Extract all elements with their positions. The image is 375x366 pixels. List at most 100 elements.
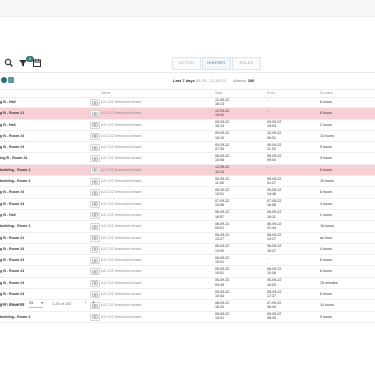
view-details-button[interactable] xyxy=(90,189,100,197)
view-details-button[interactable] xyxy=(90,279,100,287)
duration: 14 hours xyxy=(320,133,334,138)
table-row[interactable]: g B - Room 23 A1 CO2 threshold breach 06-0… xyxy=(0,255,375,267)
device-name: g B - Hall xyxy=(0,122,16,127)
start-time: 13:27 xyxy=(215,237,224,242)
column-header-start[interactable]: Start xyxy=(215,91,222,95)
view-details-button[interactable] xyxy=(90,234,100,242)
column-header-duration[interactable]: Duration xyxy=(320,91,333,95)
chevron-down-icon: ▾ xyxy=(41,301,43,305)
duration: 6 hours xyxy=(320,167,332,172)
alarm-description: A1 CO2 threshold breach xyxy=(101,258,142,263)
view-details-button[interactable] xyxy=(90,211,100,219)
duration: 9 hours xyxy=(320,314,332,319)
start-datetime: 05-09-22 09:45 xyxy=(215,278,229,287)
table-row[interactable]: g B - Room 21 A1 CO2 threshold breach 06-0… xyxy=(0,233,375,244)
status-dot-icon[interactable] xyxy=(1,77,7,83)
end-time: 14:48 xyxy=(267,192,276,197)
end-time: 16:58 xyxy=(267,203,276,208)
view-details-button[interactable] xyxy=(90,110,100,118)
link-icon xyxy=(92,236,98,240)
period-label: Last 7 days xyxy=(173,78,195,83)
view-details-button[interactable] xyxy=(90,200,100,208)
table-row[interactable]: g B - Hall A1 CO2 threshold breach 12-09-2… xyxy=(0,97,375,109)
duration: an hour xyxy=(320,235,333,240)
rows-per-page-select[interactable]: 25 ▾ xyxy=(29,300,43,308)
end-date: - xyxy=(267,165,269,170)
link-icon xyxy=(92,259,98,263)
alarm-description: A1 CO2 threshold breach xyxy=(101,156,142,161)
tab-active[interactable]: ACTIVE xyxy=(172,57,201,70)
start-time: 10:06 xyxy=(215,158,224,163)
table-row[interactable]: g B - Room 24 A1 CO2 threshold breach 09-0… xyxy=(0,142,375,154)
table-row[interactable]: building - Room 2 A1 CO2 threshold breach… xyxy=(0,164,375,177)
device-name: building - Room 2 xyxy=(0,167,31,172)
calendar-icon[interactable] xyxy=(32,58,42,68)
list-view-icon[interactable] xyxy=(8,77,14,83)
device-name: g B - Room 24 xyxy=(0,292,25,297)
filter-icon[interactable]: 0 xyxy=(18,56,34,68)
view-details-button[interactable] xyxy=(90,178,100,186)
link-icon xyxy=(92,157,98,161)
alarm-description: A1 CO2 threshold breach xyxy=(101,122,142,127)
table-row[interactable]: g B - Hall A1 CO2 threshold breach 09-09-2… xyxy=(0,120,375,131)
table-row[interactable]: ing B - Room 24 A1 CO2 threshold breach 08… xyxy=(0,153,375,165)
link-icon xyxy=(92,123,98,127)
start-datetime: 06-09-22 16:57 xyxy=(215,210,229,219)
view-details-button[interactable] xyxy=(90,268,100,276)
tab-rules[interactable]: RULES xyxy=(232,57,261,70)
table-row[interactable]: g B - Room 24 A1 CO2 threshold breach 05-0… xyxy=(0,266,375,278)
view-details-button[interactable] xyxy=(90,121,100,129)
view-details-button[interactable] xyxy=(90,99,100,106)
prev-page-button[interactable]: ‹ xyxy=(82,300,89,307)
device-name: g B - Room 24 xyxy=(0,269,25,274)
start-datetime: 05-09-22 10:01 xyxy=(215,188,229,197)
table-row[interactable]: g B - Room 24 A1 CO2 threshold breach 06-0… xyxy=(0,244,375,256)
view-details-button[interactable] xyxy=(90,223,100,231)
alarm-description: A1 CO2 threshold breach xyxy=(101,224,142,229)
view-details-button[interactable] xyxy=(90,257,100,265)
start-time: 09:45 xyxy=(215,282,224,287)
duration: 3 hours xyxy=(320,156,332,161)
table-row[interactable]: g B - Room 24 A1 CO2 threshold breach 05-0… xyxy=(0,187,375,199)
table-row[interactable]: g B - Room 24 A1 CO2 threshold breach 09-0… xyxy=(0,131,375,143)
alarm-description: A1 CO2 threshold breach xyxy=(101,314,142,319)
alarm-description: A1 CO2 threshold breach xyxy=(101,145,142,150)
table-row[interactable]: g B - Room 24 A1 CO2 threshold breach 07-0… xyxy=(0,199,375,210)
end-datetime: 06-09-22 10:06 xyxy=(267,267,281,276)
view-details-button[interactable] xyxy=(90,291,100,299)
view-details-button[interactable] xyxy=(90,144,100,152)
start-datetime: 12-09-22 16:00 xyxy=(215,109,229,118)
end-date: - xyxy=(267,255,269,260)
alarm-description: A1 CO2 threshold breach xyxy=(101,167,142,172)
duration: 6 hours xyxy=(320,190,332,195)
alarm-description: A1 CO2 threshold breach xyxy=(101,212,142,217)
table-row[interactable]: building - Room 2 A1 CO2 threshold breach… xyxy=(0,221,375,233)
view-tabs: ACTIVE HISTORY RULES xyxy=(172,57,262,70)
table-row[interactable]: g B - Room 21 A1 CO2 threshold breach 12-0… xyxy=(0,108,375,120)
view-details-button[interactable] xyxy=(90,155,100,163)
view-details-button[interactable] xyxy=(90,245,100,253)
column-header-name[interactable]: Name xyxy=(101,91,110,95)
duration: 6 hours xyxy=(320,258,332,263)
next-page-button[interactable]: › xyxy=(90,300,97,307)
duration: 16 hours xyxy=(320,224,334,229)
period-summary: Last 7 days 05.09 – 12.09.22 xyxy=(173,78,226,83)
view-details-button[interactable] xyxy=(90,132,100,140)
end-datetime: 05-09-22 14:48 xyxy=(267,188,281,197)
table-row[interactable]: building - Room 2 A1 CO2 threshold breach… xyxy=(0,176,375,188)
table-row[interactable]: g B - Room 24 A1 CO2 threshold breach 05-0… xyxy=(0,278,375,290)
view-details-button[interactable] xyxy=(90,313,100,321)
alarm-description: A1 CO2 threshold breach xyxy=(101,269,142,274)
tab-history[interactable]: HISTORY xyxy=(202,57,231,70)
duration: 6 hours xyxy=(320,100,332,104)
device-name: g B - Room 24 xyxy=(0,201,25,206)
device-name: g B - Hall xyxy=(0,212,16,217)
view-details-button[interactable] xyxy=(90,166,100,174)
device-name: g B - Hall xyxy=(0,100,16,104)
table-row[interactable]: building - Room 2 A1 CO2 threshold breach… xyxy=(0,312,375,323)
table-row[interactable]: g B - Hall A1 CO2 threshold breach 06-09-2… xyxy=(0,210,375,222)
start-datetime: 05-09-22 10:01 xyxy=(215,312,229,321)
search-icon[interactable] xyxy=(4,58,14,68)
column-header-end[interactable]: Ends xyxy=(267,91,275,95)
start-time: 11:05 xyxy=(215,180,224,185)
